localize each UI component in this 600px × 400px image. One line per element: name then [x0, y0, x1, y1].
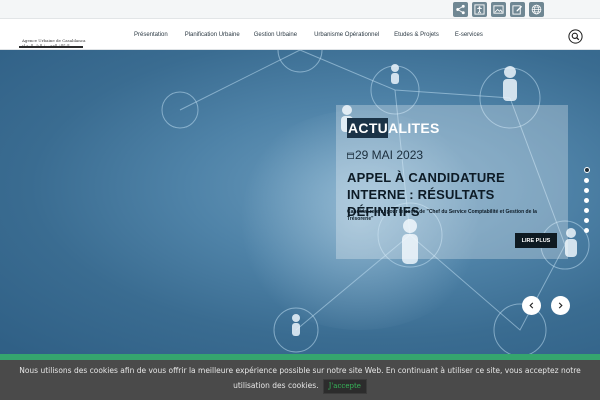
search-icon — [568, 29, 583, 44]
slider-next-button[interactable] — [551, 296, 570, 315]
slider-dot-6[interactable] — [584, 218, 589, 223]
slider-dot-1[interactable] — [583, 167, 590, 173]
news-heading-rest: ALITES — [388, 120, 440, 136]
slider-dot-7[interactable] — [584, 228, 589, 233]
edit-icon[interactable] — [510, 2, 525, 17]
site-logo[interactable]: Agence Urbaine de Casablanca الوكالة الح… — [19, 21, 86, 48]
cookie-message: Nous utilisons des cookies afin de vous … — [0, 363, 600, 394]
news-date: 29 MAI 2023 — [347, 148, 423, 162]
utility-icons — [453, 2, 544, 17]
share-icon[interactable] — [453, 2, 468, 17]
search-button[interactable] — [568, 29, 583, 44]
globe-icon[interactable] — [529, 2, 544, 17]
slider-dot-2[interactable] — [584, 178, 589, 183]
logo-underline — [19, 46, 83, 48]
chevron-right-icon — [558, 302, 563, 309]
news-heading-highlight: ACTU — [347, 118, 389, 138]
nav-item-gestion-urbaine[interactable]: Gestion Urbaine — [254, 32, 297, 38]
news-excerpt: Candidat retenu pour le poste de "Chef d… — [347, 209, 537, 222]
accessibility-icon[interactable] — [472, 2, 487, 17]
slider-dot-4[interactable] — [584, 198, 589, 203]
site-header: Agence Urbaine de Casablanca الوكالة الح… — [0, 19, 600, 50]
slider-dot-5[interactable] — [584, 208, 589, 213]
nav-item-planification-urbaine[interactable]: Planification Urbaine — [185, 32, 240, 38]
read-more-button[interactable]: LIRE PLUS — [515, 233, 557, 248]
slider-prev-button[interactable] — [522, 296, 541, 315]
nav-item-urbanisme-operationnel[interactable]: Urbanisme Opérationnel — [314, 32, 379, 38]
cookie-accept-button[interactable]: J'accepte — [322, 378, 367, 394]
calendar-icon — [347, 152, 354, 159]
news-heading: ACTU ALITES — [347, 118, 440, 138]
logo-text: Agence Urbaine de Casablanca الوكالة الح… — [22, 26, 86, 48]
nav-item-presentation[interactable]: Présentation — [134, 32, 168, 38]
nav-item-etudes-projets[interactable]: Etudes & Projets — [394, 32, 439, 38]
news-date-text: 29 MAI 2023 — [355, 148, 424, 162]
utility-bar — [0, 0, 600, 19]
chevron-left-icon — [529, 302, 534, 309]
cookie-text: Nous utilisons des cookies afin de vous … — [19, 366, 581, 390]
main-nav: Présentation Planification Urbaine Gesti… — [134, 19, 483, 50]
slider-pagination — [583, 167, 590, 233]
image-icon[interactable] — [491, 2, 506, 17]
nav-item-e-services[interactable]: E-services — [455, 32, 483, 38]
cookie-banner: Nous utilisons des cookies afin de vous … — [0, 360, 600, 400]
slider-dot-3[interactable] — [584, 188, 589, 193]
